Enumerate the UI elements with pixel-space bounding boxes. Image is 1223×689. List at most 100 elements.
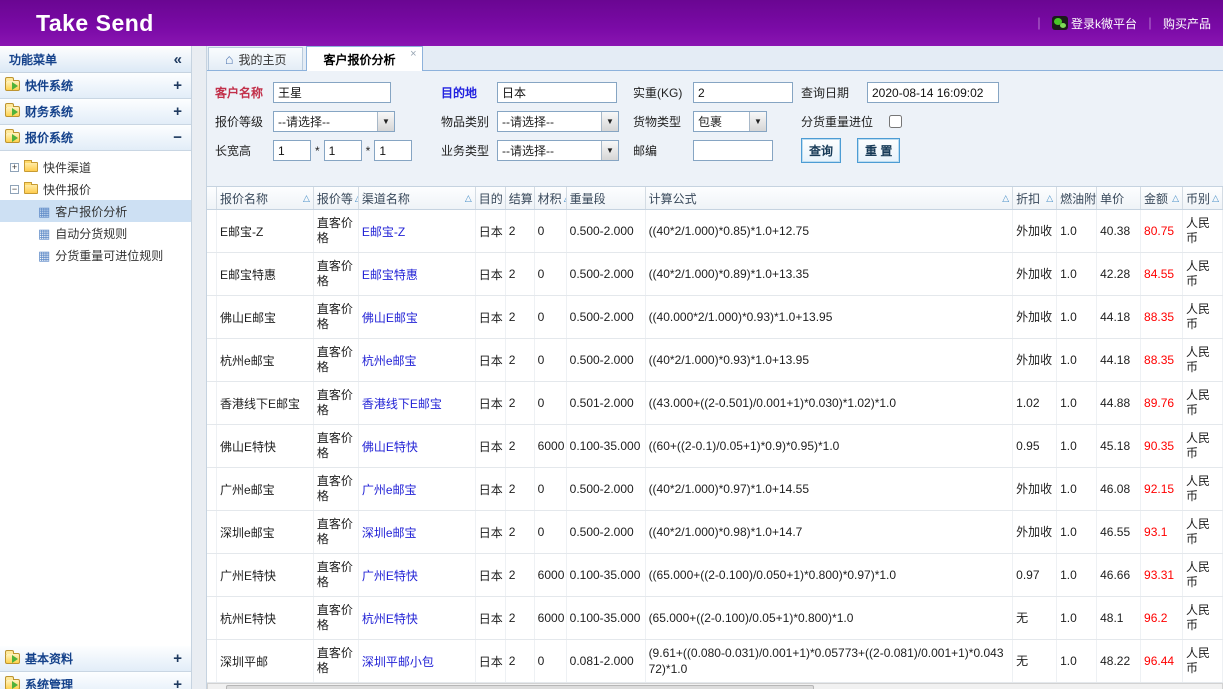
item-category-select[interactable]: --请选择-- ▼ xyxy=(497,111,619,132)
table-row[interactable]: 杭州E特快直客价格杭州E特快日本260000.100-35.000(65.000… xyxy=(207,597,1223,640)
weight-input[interactable] xyxy=(693,82,793,103)
column-header[interactable]: 材积△ xyxy=(535,187,567,209)
sidebar-collapse-icon[interactable]: « xyxy=(174,51,182,68)
postcode-input[interactable] xyxy=(693,140,773,161)
customer-name-input[interactable] xyxy=(273,82,391,103)
column-header-label: 币别 xyxy=(1186,190,1210,207)
channel-link[interactable]: 佛山E邮宝 xyxy=(359,296,476,338)
collapse-minus-icon[interactable]: − xyxy=(173,129,182,146)
expand-plus-icon[interactable]: + xyxy=(173,77,182,94)
column-header[interactable]: 结算△ xyxy=(506,187,535,209)
grid-icon: ▦ xyxy=(38,205,50,218)
table-cell: (65.000+((2-0.100)/0.05+1)*0.800)*1.0 xyxy=(646,597,1014,639)
column-header[interactable]: 折扣△ xyxy=(1013,187,1057,209)
table-row[interactable]: E邮宝特惠直客价格E邮宝特惠日本200.500-2.000((40*2/1.00… xyxy=(207,253,1223,296)
sort-icon[interactable]: △ xyxy=(1212,193,1219,204)
sidebar-section-basic-data[interactable]: 基本资料 + xyxy=(0,646,191,672)
table-row[interactable]: 深圳e邮宝直客价格深圳e邮宝日本200.500-2.000((40*2/1.00… xyxy=(207,511,1223,554)
table-row[interactable]: 香港线下E邮宝直客价格香港线下E邮宝日本200.501-2.000((43.00… xyxy=(207,382,1223,425)
table-cell: ((40*2/1.000)*0.97)*1.0+14.55 xyxy=(646,468,1014,510)
channel-link[interactable]: 杭州e邮宝 xyxy=(359,339,476,381)
column-header[interactable]: 燃油附加△ xyxy=(1057,187,1097,209)
column-header[interactable]: 重量段 xyxy=(567,187,646,209)
destination-input[interactable] xyxy=(497,82,617,103)
channel-link[interactable]: 杭州E特快 xyxy=(359,597,476,639)
table-row[interactable]: 佛山E邮宝直客价格佛山E邮宝日本200.500-2.000((40.000*2/… xyxy=(207,296,1223,339)
tab-bar: ⌂ 我的主页 客户报价分析 × xyxy=(207,46,1223,71)
sidebar-section-express-system[interactable]: 快件系统 + xyxy=(0,73,191,99)
sort-icon[interactable]: △ xyxy=(1002,193,1009,204)
tree-item-express-channel[interactable]: + 快件渠道 xyxy=(0,156,191,178)
reset-button[interactable]: 重 置 xyxy=(857,138,900,163)
table-cell: ((65.000+((2-0.100)/0.050+1)*0.800)*0.97… xyxy=(646,554,1014,596)
sidebar-section-system-admin[interactable]: 系统管理 + xyxy=(0,672,191,689)
width-input[interactable] xyxy=(324,140,362,161)
buy-product-link[interactable]: 购买产品 xyxy=(1163,15,1211,32)
table-row[interactable]: 广州E特快直客价格广州E特快日本260000.100-35.000((65.00… xyxy=(207,554,1223,597)
tab-my-homepage[interactable]: ⌂ 我的主页 xyxy=(208,47,303,70)
table-cell: 人民币 xyxy=(1183,382,1223,424)
query-button[interactable]: 查询 xyxy=(801,138,841,163)
sort-icon[interactable]: △ xyxy=(1046,193,1053,204)
channel-link[interactable]: 深圳e邮宝 xyxy=(359,511,476,553)
table-cell: 48.1 xyxy=(1097,597,1141,639)
channel-link[interactable]: E邮宝特惠 xyxy=(359,253,476,295)
sidebar-section-quote-system[interactable]: 报价系统 − xyxy=(0,125,191,151)
tree-item-customer-quote-analysis[interactable]: ▦ 客户报价分析 xyxy=(0,200,191,222)
table-cell: 0.100-35.000 xyxy=(567,425,646,467)
tree-item-split-weight-carry-rules[interactable]: ▦ 分货重量可进位规则 xyxy=(0,244,191,266)
tree-expander-icon[interactable]: − xyxy=(10,185,19,194)
column-header[interactable]: 金额△ xyxy=(1141,187,1183,209)
column-header[interactable]: 报价名称△ xyxy=(217,187,314,209)
table-row[interactable]: 深圳平邮直客价格深圳平邮小包日本200.081-2.000(9.61+((0.0… xyxy=(207,640,1223,683)
column-header[interactable]: 币别△ xyxy=(1183,187,1223,209)
table-cell: 外加收 xyxy=(1013,253,1057,295)
login-kwei-link[interactable]: 登录k微平台 xyxy=(1052,15,1137,32)
sort-icon[interactable]: △ xyxy=(465,193,472,204)
channel-link[interactable]: 广州E特快 xyxy=(359,554,476,596)
table-row[interactable]: 佛山E特快直客价格佛山E特快日本260000.100-35.000((60+((… xyxy=(207,425,1223,468)
length-input[interactable] xyxy=(273,140,311,161)
height-input[interactable] xyxy=(374,140,412,161)
business-type-select[interactable]: --请选择-- ▼ xyxy=(497,140,619,161)
dropdown-arrow-icon: ▼ xyxy=(601,112,618,131)
channel-link[interactable]: 香港线下E邮宝 xyxy=(359,382,476,424)
expand-plus-icon[interactable]: + xyxy=(173,676,182,689)
column-header[interactable]: 目的△ xyxy=(476,187,506,209)
tree-expander-icon[interactable]: + xyxy=(10,163,19,172)
column-header[interactable]: 计算公式△ xyxy=(646,187,1014,209)
query-date-input[interactable] xyxy=(867,82,999,103)
column-header[interactable]: 单价 xyxy=(1097,187,1141,209)
close-icon[interactable]: × xyxy=(410,48,416,60)
expand-plus-icon[interactable]: + xyxy=(173,103,182,120)
folder-icon xyxy=(24,162,38,172)
channel-link[interactable]: 深圳平邮小包 xyxy=(359,640,476,682)
channel-link[interactable]: E邮宝-Z xyxy=(359,210,476,252)
sort-icon[interactable]: △ xyxy=(303,193,310,204)
cargo-type-select[interactable]: 包裹 ▼ xyxy=(693,111,767,132)
dimension-separator: * xyxy=(315,144,320,158)
table-row[interactable]: 广州e邮宝直客价格广州e邮宝日本200.500-2.000((40*2/1.00… xyxy=(207,468,1223,511)
split-weight-carry-checkbox[interactable] xyxy=(889,115,902,128)
sidebar-section-finance-system[interactable]: 财务系统 + xyxy=(0,99,191,125)
table-cell: 1.0 xyxy=(1057,296,1097,338)
tree-item-express-quote[interactable]: − 快件报价 xyxy=(0,178,191,200)
tree-item-auto-split-rules[interactable]: ▦ 自动分货规则 xyxy=(0,222,191,244)
customer-name-label: 客户名称 xyxy=(215,84,273,101)
channel-link[interactable]: 佛山E特快 xyxy=(359,425,476,467)
horizontal-scrollbar[interactable] xyxy=(207,683,1223,689)
column-header[interactable]: 渠道名称△ xyxy=(359,187,476,209)
table-cell xyxy=(207,296,217,338)
tab-customer-quote-analysis[interactable]: 客户报价分析 × xyxy=(306,46,422,71)
column-header[interactable]: 报价等△ xyxy=(314,187,359,209)
table-row[interactable]: 杭州e邮宝直客价格杭州e邮宝日本200.500-2.000((40*2/1.00… xyxy=(207,339,1223,382)
channel-link[interactable]: 广州e邮宝 xyxy=(359,468,476,510)
query-date-label: 查询日期 xyxy=(801,84,863,101)
scrollbar-thumb[interactable] xyxy=(226,685,814,689)
sidebar-splitter[interactable] xyxy=(192,46,207,689)
table-cell: 无 xyxy=(1013,640,1057,682)
quote-level-select[interactable]: --请选择-- ▼ xyxy=(273,111,395,132)
expand-plus-icon[interactable]: + xyxy=(173,650,182,667)
table-row[interactable]: E邮宝-Z直客价格E邮宝-Z日本200.500-2.000((40*2/1.00… xyxy=(207,210,1223,253)
sort-icon[interactable]: △ xyxy=(1172,193,1179,204)
